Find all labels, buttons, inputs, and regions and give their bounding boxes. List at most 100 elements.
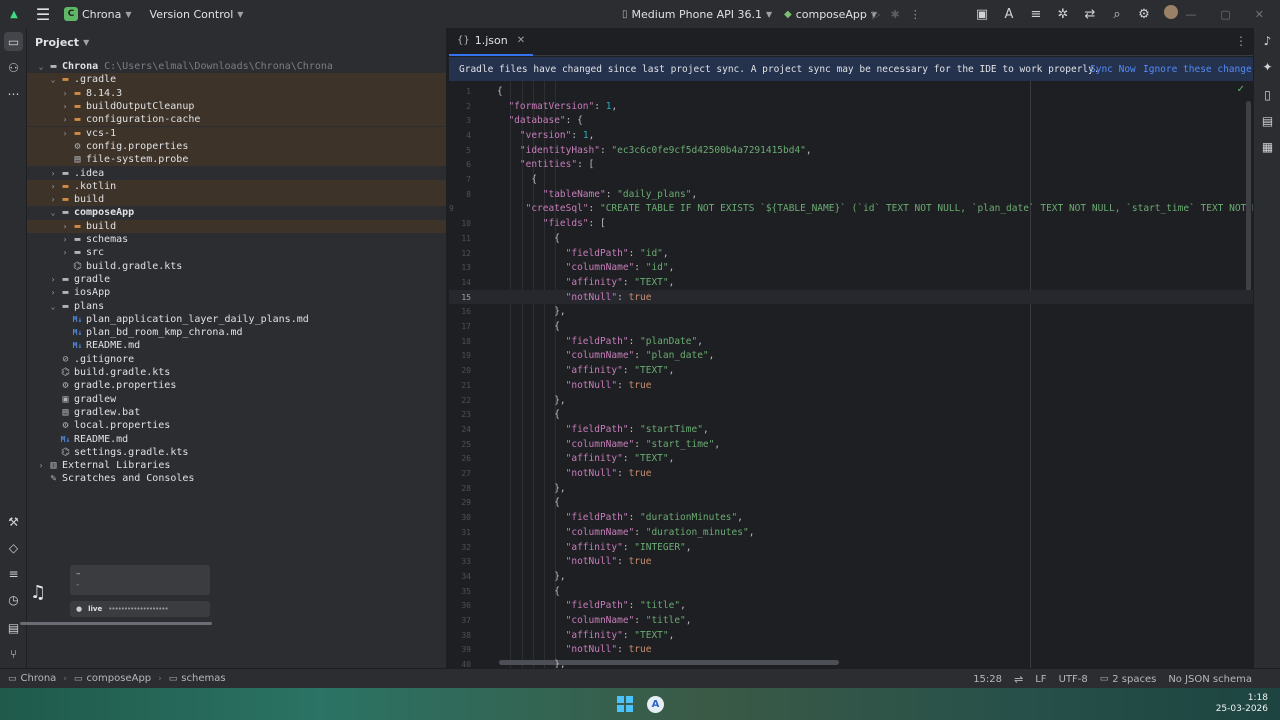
- breadcrumb-item[interactable]: Chrona: [21, 673, 57, 684]
- sync-now-link[interactable]: Sync Now: [1090, 64, 1136, 75]
- minimize-icon[interactable]: —: [1185, 8, 1196, 21]
- tree-item[interactable]: ⊘ .gitignore: [27, 353, 446, 366]
- tree-item[interactable]: ⌬ build.gradle.kts: [27, 260, 446, 273]
- code-line[interactable]: 21 "notNull": true: [449, 378, 1253, 393]
- code-line[interactable]: 12 "fieldPath": "id",: [449, 246, 1253, 261]
- translate-icon[interactable]: A: [1001, 7, 1017, 22]
- emulator-icon[interactable]: ▦: [1259, 138, 1276, 155]
- tree-item[interactable]: M↓ README.md: [27, 432, 446, 445]
- tree-item[interactable]: › ▬ iosApp: [27, 286, 446, 299]
- json-schema[interactable]: No JSON schema: [1168, 674, 1252, 685]
- project-panel-header[interactable]: Project ▼: [27, 28, 446, 56]
- app-inspection-icon[interactable]: ⇄: [1082, 7, 1098, 22]
- caret-position[interactable]: 15:28: [973, 674, 1002, 685]
- main-menu-icon[interactable]: ☰: [32, 3, 54, 25]
- code-line[interactable]: 8 "tableName": "daily_plans",: [449, 187, 1253, 202]
- avatar[interactable]: [1163, 5, 1179, 23]
- code-line[interactable]: 14 "affinity": "TEXT",: [449, 275, 1253, 290]
- close-tab-icon[interactable]: ✕: [517, 35, 525, 46]
- tree-item[interactable]: ▤ gradlew.bat: [27, 406, 446, 419]
- tab-options-icon[interactable]: ⋮: [1235, 34, 1247, 48]
- version-control-menu[interactable]: Version Control ▼: [150, 8, 244, 21]
- tree-item[interactable]: › ▬ build: [27, 219, 446, 233]
- search-icon[interactable]: ⌕: [1109, 7, 1125, 22]
- tree-item[interactable]: › ▬ gradle: [27, 273, 446, 286]
- tree-item[interactable]: ⌄ ▬ plans: [27, 299, 446, 312]
- tree-root[interactable]: ⌄ ▬ Chrona C:\Users\elmal\Downloads\Chro…: [27, 60, 446, 73]
- code-line[interactable]: 32 "affinity": "INTEGER",: [449, 540, 1253, 555]
- tree-item[interactable]: › ▬ src: [27, 246, 446, 259]
- chevron-right-icon[interactable]: ›: [59, 115, 71, 124]
- chevron-right-icon[interactable]: ›: [47, 275, 59, 284]
- tree-item[interactable]: ⚙ config.properties: [27, 139, 446, 154]
- chevron-right-icon[interactable]: ›: [59, 222, 71, 231]
- sync-project-icon[interactable]: ≡: [1028, 7, 1044, 22]
- run-config-selector[interactable]: ◆ composeApp ▼: [784, 0, 877, 28]
- code-line[interactable]: 16 },: [449, 305, 1253, 320]
- tree-item[interactable]: ▤ file-system.probe: [27, 153, 446, 167]
- code-line[interactable]: 39 "notNull": true: [449, 643, 1253, 658]
- tree-item[interactable]: › ▬ .kotlin: [27, 179, 446, 193]
- tree-item[interactable]: ⌬ settings.gradle.kts: [27, 446, 446, 459]
- code-line[interactable]: 11 {: [449, 231, 1253, 246]
- tree-item[interactable]: ⚙ gradle.properties: [27, 379, 446, 392]
- gemini-icon[interactable]: ✦: [1259, 58, 1276, 75]
- code-line[interactable]: 10 "fields": [: [449, 216, 1253, 231]
- debug-icon[interactable]: ✱: [890, 8, 899, 21]
- more-tools-icon[interactable]: ⋯: [4, 84, 23, 103]
- chevron-right-icon[interactable]: ›: [47, 182, 59, 191]
- tree-item[interactable]: ⌄ ▬ composeApp: [27, 206, 446, 219]
- code-line[interactable]: 3 "database": {: [449, 113, 1253, 128]
- chevron-right-icon[interactable]: ›: [47, 195, 59, 204]
- tree-item[interactable]: M↓ README.md: [27, 339, 446, 352]
- code-line[interactable]: 29 {: [449, 496, 1253, 511]
- tree-item[interactable]: › ▥ External Libraries: [27, 459, 446, 472]
- project-folder-icon[interactable]: ▭: [4, 32, 23, 51]
- tree-item[interactable]: › ▬ configuration-cache: [27, 113, 446, 127]
- code-line[interactable]: 5 "identityHash": "ec3c6c0fe9cf5d42500b4…: [449, 143, 1253, 158]
- code-line[interactable]: 31 "columnName": "duration_minutes",: [449, 525, 1253, 540]
- chevron-down-icon[interactable]: ⌄: [47, 302, 59, 311]
- tree-item[interactable]: › ▬ .idea: [27, 166, 446, 179]
- soft-wrap-icon[interactable]: ⇌: [1014, 673, 1023, 686]
- gem-icon[interactable]: ◇: [4, 538, 23, 557]
- chevron-right-icon[interactable]: ›: [59, 89, 71, 98]
- tree-item[interactable]: ✎ Scratches and Consoles: [27, 472, 446, 485]
- media-progress[interactable]: [20, 622, 212, 625]
- device-manager-icon[interactable]: ▣: [974, 7, 990, 22]
- ignore-changes-link[interactable]: Ignore these change: [1143, 64, 1252, 75]
- tree-item[interactable]: M↓ plan_bd_room_kmp_chrona.md: [27, 326, 446, 339]
- system-clock[interactable]: 1:18 25-03-2026: [1216, 693, 1268, 715]
- code-line[interactable]: 17 {: [449, 319, 1253, 334]
- code-line[interactable]: 13 "columnName": "id",: [449, 260, 1253, 275]
- device-explorer-icon[interactable]: ▤: [1259, 112, 1276, 129]
- code-line[interactable]: 19 "columnName": "plan_date",: [449, 349, 1253, 364]
- code-line[interactable]: 23 {: [449, 407, 1253, 422]
- chevron-down-icon[interactable]: ⌄: [47, 208, 59, 217]
- android-studio-taskbar-icon[interactable]: A: [647, 696, 664, 713]
- breadcrumb-item[interactable]: schemas: [181, 673, 225, 684]
- code-line[interactable]: 30 "fieldPath": "durationMinutes",: [449, 510, 1253, 525]
- bug-icon[interactable]: ✲: [1055, 7, 1071, 22]
- tree-item[interactable]: › ▬ schemas: [27, 233, 446, 246]
- restore-icon[interactable]: ▢: [1220, 8, 1230, 21]
- chevron-right-icon[interactable]: ›: [59, 235, 71, 244]
- tab-json-file[interactable]: {} 1.json ✕: [449, 28, 534, 56]
- code-line[interactable]: 40 },: [449, 657, 1253, 668]
- code-line[interactable]: 20 "affinity": "TEXT",: [449, 363, 1253, 378]
- structure-icon[interactable]: ⚇: [4, 58, 23, 77]
- code-line[interactable]: 7 {: [449, 172, 1253, 187]
- code-line[interactable]: 4 "version": 1,: [449, 128, 1253, 143]
- code-line[interactable]: 24 "fieldPath": "startTime",: [449, 422, 1253, 437]
- tree-item[interactable]: › ▬ buildOutputCleanup: [27, 99, 446, 114]
- notifications-icon[interactable]: ♪: [1259, 32, 1276, 49]
- code-area[interactable]: 1{2 "formatVersion": 1,3 "database": {4 …: [449, 81, 1253, 668]
- code-line[interactable]: 37 "columnName": "title",: [449, 613, 1253, 628]
- chevron-down-icon[interactable]: ⌄: [35, 62, 47, 71]
- chevron-right-icon[interactable]: ›: [59, 248, 71, 257]
- tree-item[interactable]: ⌄ ▬ .gradle: [27, 73, 446, 87]
- tree-item[interactable]: › ▬ build: [27, 193, 446, 207]
- line-ending[interactable]: LF: [1035, 674, 1046, 685]
- code-line[interactable]: 1{: [449, 84, 1253, 99]
- tree-item[interactable]: › ▬ vcs-1: [27, 126, 446, 140]
